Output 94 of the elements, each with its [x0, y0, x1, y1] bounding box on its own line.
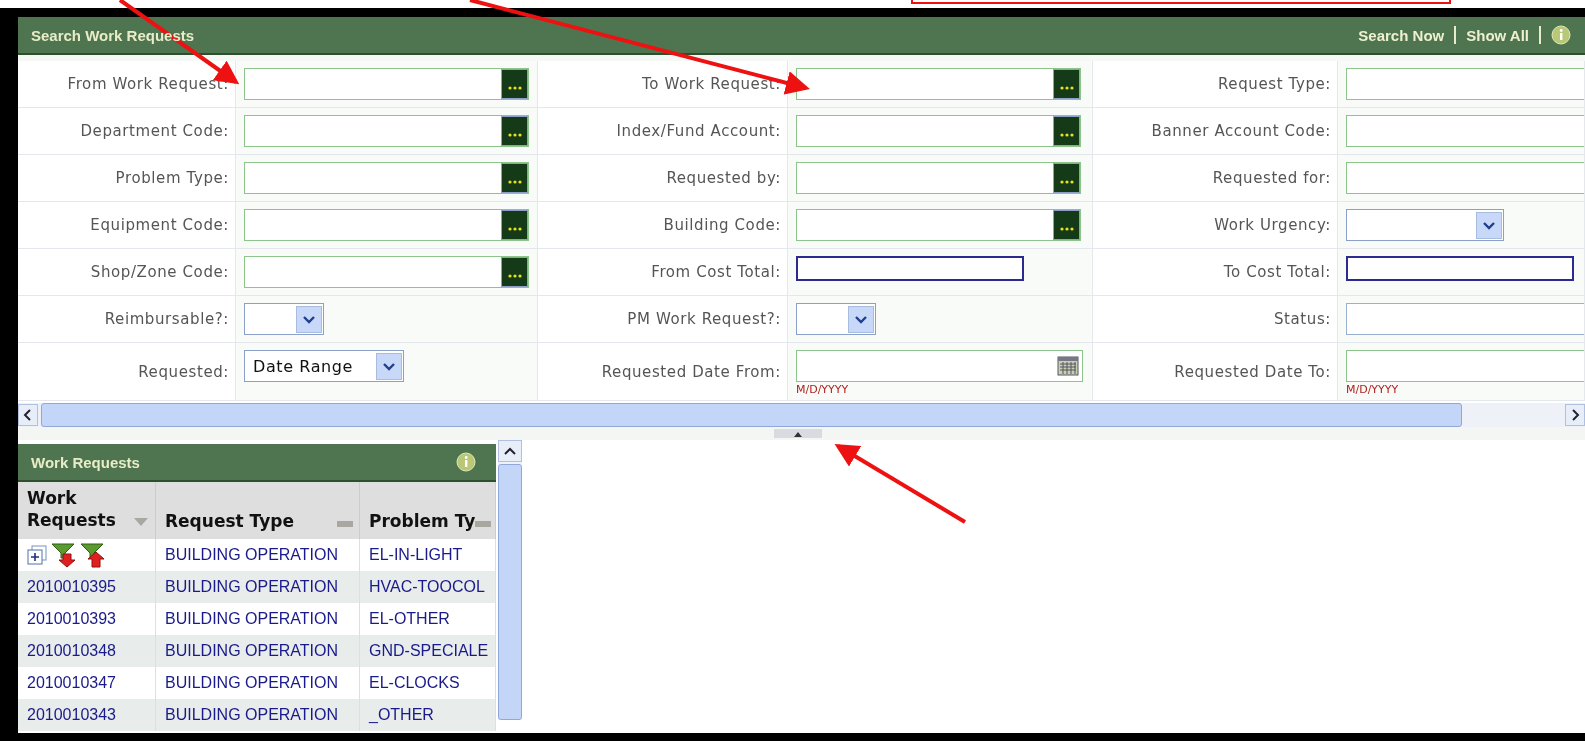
date-field[interactable]: [796, 350, 1083, 382]
chevron-up-icon: [504, 446, 516, 456]
text-field[interactable]: [1346, 115, 1584, 147]
panel-title: Work Requests: [31, 453, 140, 471]
lookup-field[interactable]: [244, 256, 529, 288]
field-label: Problem Type:: [115, 169, 229, 187]
text-field[interactable]: [1346, 162, 1584, 194]
field-label: Department Code:: [80, 122, 229, 140]
field-label: Building Code:: [663, 216, 781, 234]
text-field[interactable]: [1346, 303, 1584, 335]
column-header[interactable]: Request Type: [156, 482, 360, 539]
table-cell: 2010010395: [18, 571, 156, 603]
text-field[interactable]: [1346, 350, 1584, 382]
lookup-field[interactable]: [244, 162, 529, 194]
ellipsis-icon[interactable]: [507, 180, 522, 184]
ellipsis-icon[interactable]: [507, 86, 522, 90]
format-hint: M/D/YYYY: [796, 384, 849, 396]
table-cell: 2010010348: [18, 635, 156, 667]
field-label: PM Work Request?:: [627, 310, 781, 328]
lookup-field[interactable]: [796, 115, 1081, 147]
table-cell: HVAC-TOOCOL: [360, 571, 496, 603]
lookup-field[interactable]: [244, 209, 529, 241]
filter-down-icon[interactable]: [51, 542, 76, 568]
lookup-button[interactable]: [1053, 69, 1080, 99]
field-label: Shop/Zone Code:: [90, 263, 229, 281]
table-cell: GND-SPECIALE: [360, 635, 496, 667]
field-label: Requested:: [138, 362, 229, 381]
field-label: Reimbursable?:: [104, 310, 229, 328]
field-label: Request Type:: [1218, 75, 1331, 93]
scroll-right-button[interactable]: [1565, 404, 1585, 426]
text-field[interactable]: [1346, 68, 1584, 100]
field-label: From Cost Total:: [651, 263, 781, 281]
chevron-left-icon: [23, 409, 33, 421]
lookup-field[interactable]: [244, 115, 529, 147]
column-header[interactable]: Problem Ty: [360, 482, 496, 539]
lookup-button[interactable]: [1053, 210, 1080, 240]
chevron-down-icon[interactable]: [1482, 219, 1496, 231]
lookup-button[interactable]: [501, 210, 528, 240]
ellipsis-icon[interactable]: [1059, 227, 1074, 231]
number-field[interactable]: [1346, 256, 1574, 281]
table-cell: BUILDING OPERATION: [156, 699, 360, 731]
column-grip-icon[interactable]: [475, 521, 492, 527]
lookup-button[interactable]: [1053, 163, 1080, 193]
info-icon[interactable]: [1551, 25, 1571, 45]
info-icon[interactable]: [456, 452, 476, 472]
ellipsis-icon[interactable]: [1059, 86, 1074, 90]
lookup-field[interactable]: [244, 68, 529, 100]
table-cell: 2010010343: [18, 699, 156, 731]
chevron-down-icon[interactable]: [382, 360, 396, 372]
scroll-up-button[interactable]: [498, 440, 522, 462]
number-field[interactable]: [796, 256, 1024, 281]
lookup-field[interactable]: [796, 162, 1081, 194]
field-label: From Work Request:: [67, 75, 229, 93]
field-label: Status:: [1273, 310, 1331, 328]
table-cell: _OTHER: [360, 699, 496, 731]
field-label: Requested Date To:: [1174, 362, 1331, 381]
splitter-handle[interactable]: [773, 429, 822, 438]
triangle-up-icon: [792, 430, 803, 437]
action-link[interactable]: Search Now: [1358, 26, 1445, 44]
field-label: Index/Fund Account:: [616, 122, 781, 140]
lookup-field[interactable]: [796, 209, 1081, 241]
field-label: To Cost Total:: [1223, 263, 1331, 281]
field-label: To Work Request:: [642, 75, 781, 93]
lookup-button[interactable]: [501, 257, 528, 287]
calendar-icon[interactable]: [1057, 356, 1079, 376]
ellipsis-icon[interactable]: [507, 274, 522, 278]
ellipsis-icon[interactable]: [1059, 180, 1074, 184]
ellipsis-icon[interactable]: [507, 227, 522, 231]
column-header[interactable]: Work Requests: [18, 482, 156, 539]
filter-up-icon[interactable]: [80, 542, 105, 568]
scroll-left-button[interactable]: [18, 404, 38, 426]
action-link[interactable]: Show All: [1466, 26, 1529, 44]
column-grip-icon[interactable]: [337, 521, 353, 527]
format-hint: M/D/YYYY: [1346, 384, 1399, 396]
table-cell: BUILDING OPERATION: [156, 635, 360, 667]
chevron-down-icon[interactable]: [302, 313, 316, 325]
field-label: Work Urgency:: [1214, 216, 1331, 234]
field-label: Requested by:: [666, 169, 781, 187]
field-label: Requested for:: [1212, 169, 1331, 187]
ellipsis-icon[interactable]: [1059, 133, 1074, 137]
ellipsis-icon[interactable]: [507, 133, 522, 137]
dropdown[interactable]: Date Range: [244, 350, 404, 382]
chevron-down-icon[interactable]: [854, 313, 868, 325]
lookup-button[interactable]: [501, 163, 528, 193]
table-cell: BUILDING OPERATION: [156, 571, 360, 603]
expand-icon[interactable]: [27, 545, 47, 565]
lookup-button[interactable]: [501, 116, 528, 146]
lookup-button[interactable]: [1053, 116, 1080, 146]
lookup-button[interactable]: [501, 69, 528, 99]
field-label: Requested Date From:: [601, 362, 781, 381]
field-label: Banner Account Code:: [1151, 122, 1331, 140]
field-label: Equipment Code:: [90, 216, 229, 234]
chevron-right-icon: [1570, 409, 1580, 421]
lookup-field[interactable]: [796, 68, 1081, 100]
